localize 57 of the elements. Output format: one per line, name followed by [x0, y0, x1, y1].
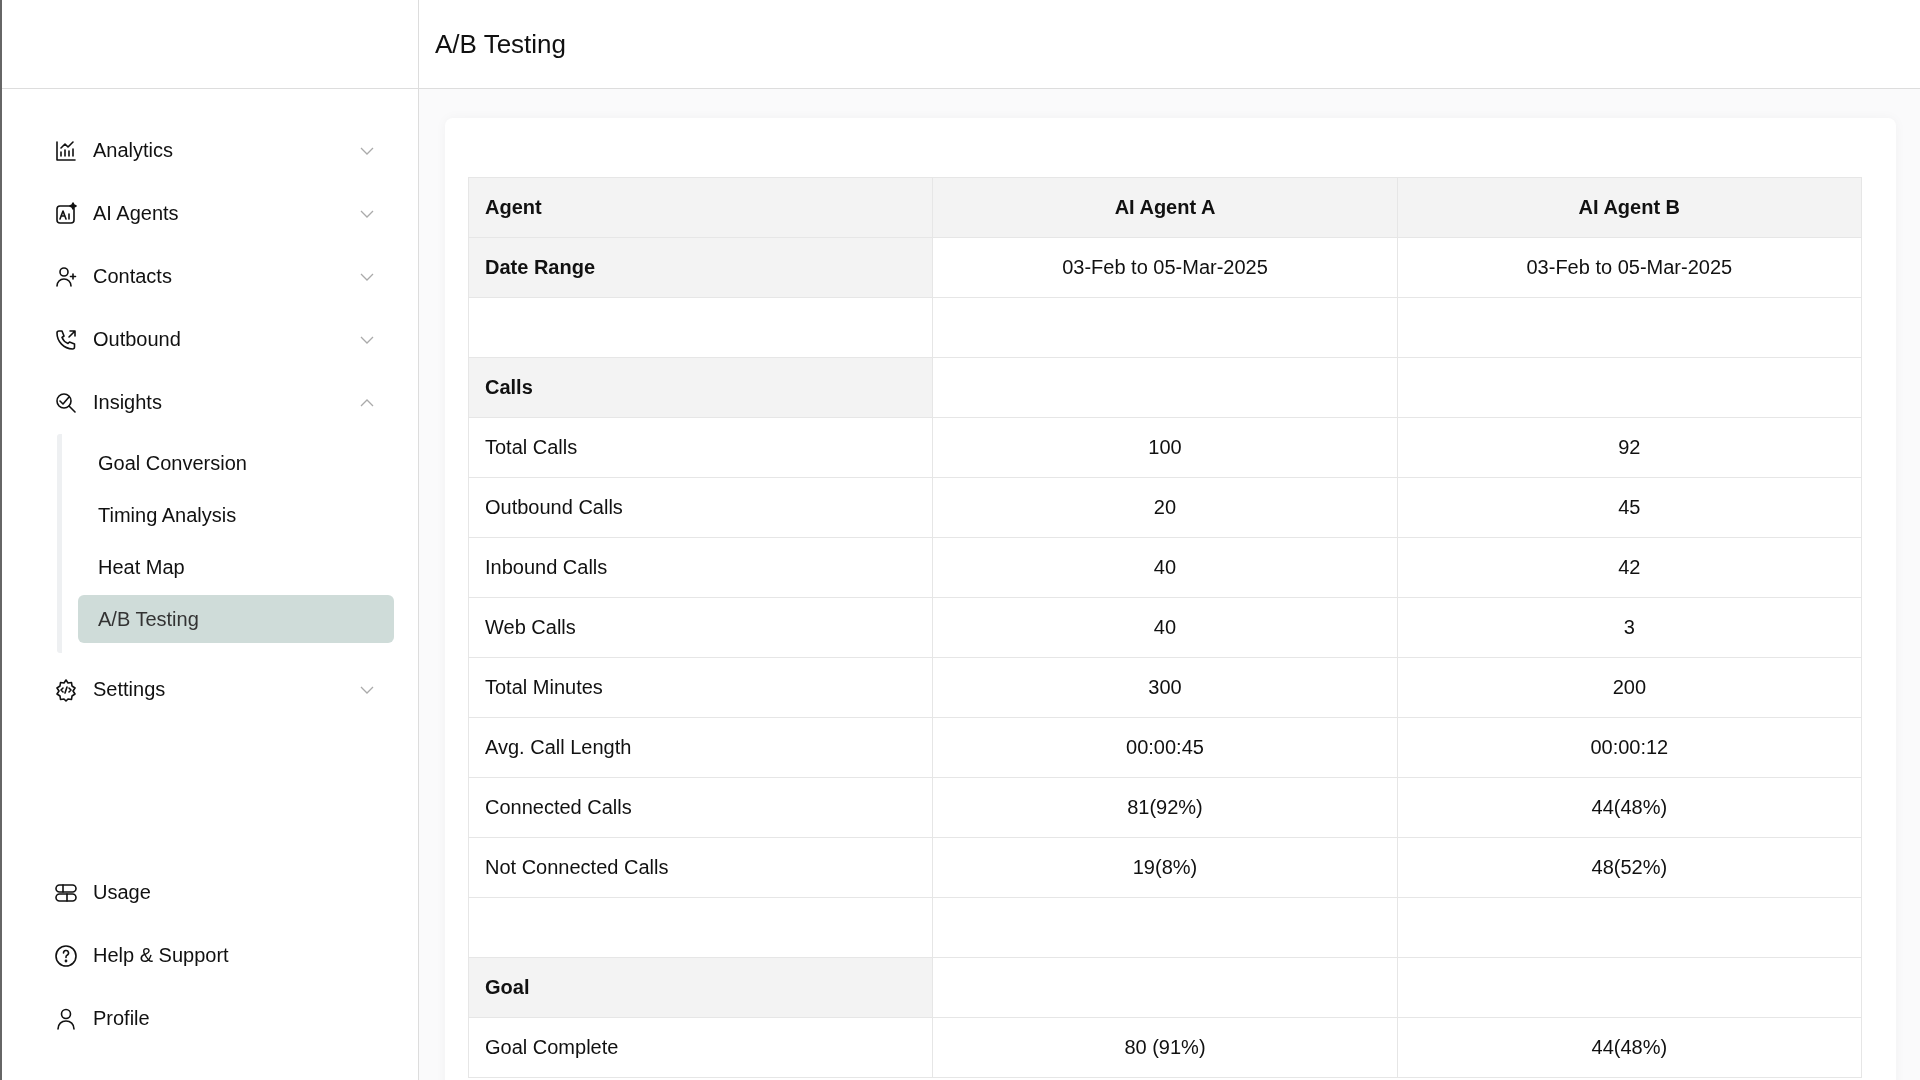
table-cell: 3 [1397, 597, 1862, 658]
table-cell: Not Connected Calls [468, 837, 933, 898]
chart-icon [54, 138, 78, 163]
nav-item[interactable]: Insights [54, 371, 418, 434]
nav-item[interactable]: Usage [54, 861, 418, 924]
table-cell: Outbound Calls [468, 477, 933, 538]
phone-icon [54, 327, 78, 352]
table-cell: 44(48%) [1397, 1017, 1862, 1078]
table-cell: 40 [932, 597, 1398, 658]
person-add-icon [54, 264, 78, 289]
table-cell: 200 [1397, 657, 1862, 718]
table-cell: Connected Calls [468, 777, 933, 838]
nav-item[interactable]: Profile [54, 987, 418, 1050]
column-header: AI Agent B [1397, 177, 1862, 238]
table-cell: 20 [932, 477, 1398, 538]
column-header: AI Agent A [932, 177, 1398, 238]
row-header: Calls [468, 357, 933, 418]
help-icon [54, 943, 78, 968]
gear-icon [54, 677, 78, 702]
nav-subitem[interactable]: Goal Conversion [78, 439, 394, 487]
column-header: Agent [468, 177, 933, 238]
table-cell: 92 [1397, 417, 1862, 478]
table-cell: Total Minutes [468, 657, 933, 718]
table-cell: 42 [1397, 537, 1862, 598]
page-title: A/B Testing [435, 28, 567, 60]
nav-item[interactable]: AI Agents [54, 182, 418, 245]
nav-subitem[interactable]: Timing Analysis [78, 491, 394, 539]
table-cell: 80 (91%) [932, 1017, 1398, 1078]
table-cell: 19(8%) [932, 837, 1398, 898]
person-icon [54, 1006, 78, 1031]
table-cell: 48(52%) [1397, 837, 1862, 898]
table-cell: 00:00:12 [1397, 717, 1862, 778]
row-header: Goal [468, 957, 933, 1018]
nav-subitem[interactable]: A/B Testing [78, 595, 394, 643]
row-header: Date Range [468, 237, 933, 298]
nav-item[interactable]: Outbound [54, 308, 418, 371]
magnifier-check-icon [54, 390, 78, 415]
table-cell: 40 [932, 537, 1398, 598]
table-cell: 81(92%) [932, 777, 1398, 838]
table-cell: 44(48%) [1397, 777, 1862, 838]
table-cell: 100 [932, 417, 1398, 478]
table-cell: 03-Feb to 05-Mar-2025 [1397, 237, 1862, 298]
table-cell: 00:00:45 [932, 717, 1398, 778]
table-cell: 03-Feb to 05-Mar-2025 [932, 237, 1398, 298]
nav-item[interactable]: Contacts [54, 245, 418, 308]
table-cell: Avg. Call Length [468, 717, 933, 778]
ai-icon [54, 201, 78, 226]
nav-subitem[interactable]: Heat Map [78, 543, 394, 591]
table-cell: 45 [1397, 477, 1862, 538]
nav-item[interactable]: Help & Support [54, 924, 418, 987]
nav-item[interactable]: Analytics [54, 119, 418, 182]
table-cell: Inbound Calls [468, 537, 933, 598]
nav-item[interactable]: Settings [54, 658, 418, 721]
table-cell: 300 [932, 657, 1398, 718]
table-cell: Web Calls [468, 597, 933, 658]
table-cell: Goal Complete [468, 1017, 933, 1078]
table-cell: Total Calls [468, 417, 933, 478]
